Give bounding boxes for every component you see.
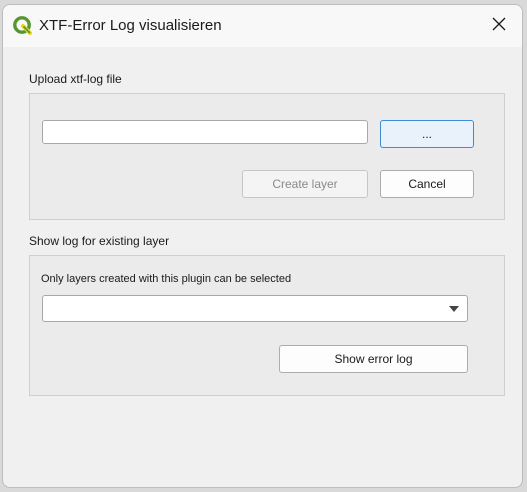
chevron-down-icon (449, 306, 459, 312)
file-path-input[interactable] (42, 120, 368, 144)
window-title: XTF-Error Log visualisieren (39, 17, 222, 34)
show-error-log-button[interactable]: Show error log (279, 345, 468, 373)
layer-hint-text: Only layers created with this plugin can… (41, 273, 292, 285)
cancel-button[interactable]: Cancel (380, 170, 474, 198)
upload-section-label: Upload xtf-log file (29, 72, 122, 86)
qgis-icon (12, 15, 34, 37)
existing-section-label: Show log for existing layer (29, 234, 170, 248)
close-button[interactable] (476, 5, 522, 47)
upload-groupbox: ... Create layer Cancel (29, 93, 505, 220)
existing-layer-groupbox: Only layers created with this plugin can… (29, 255, 505, 396)
browse-button[interactable]: ... (380, 120, 474, 148)
title-bar: XTF-Error Log visualisieren (3, 5, 522, 47)
create-layer-button[interactable]: Create layer (242, 170, 368, 198)
layer-select[interactable] (42, 295, 468, 322)
dialog-window: XTF-Error Log visualisieren Upload xtf-l… (2, 4, 523, 488)
close-icon (492, 17, 506, 36)
